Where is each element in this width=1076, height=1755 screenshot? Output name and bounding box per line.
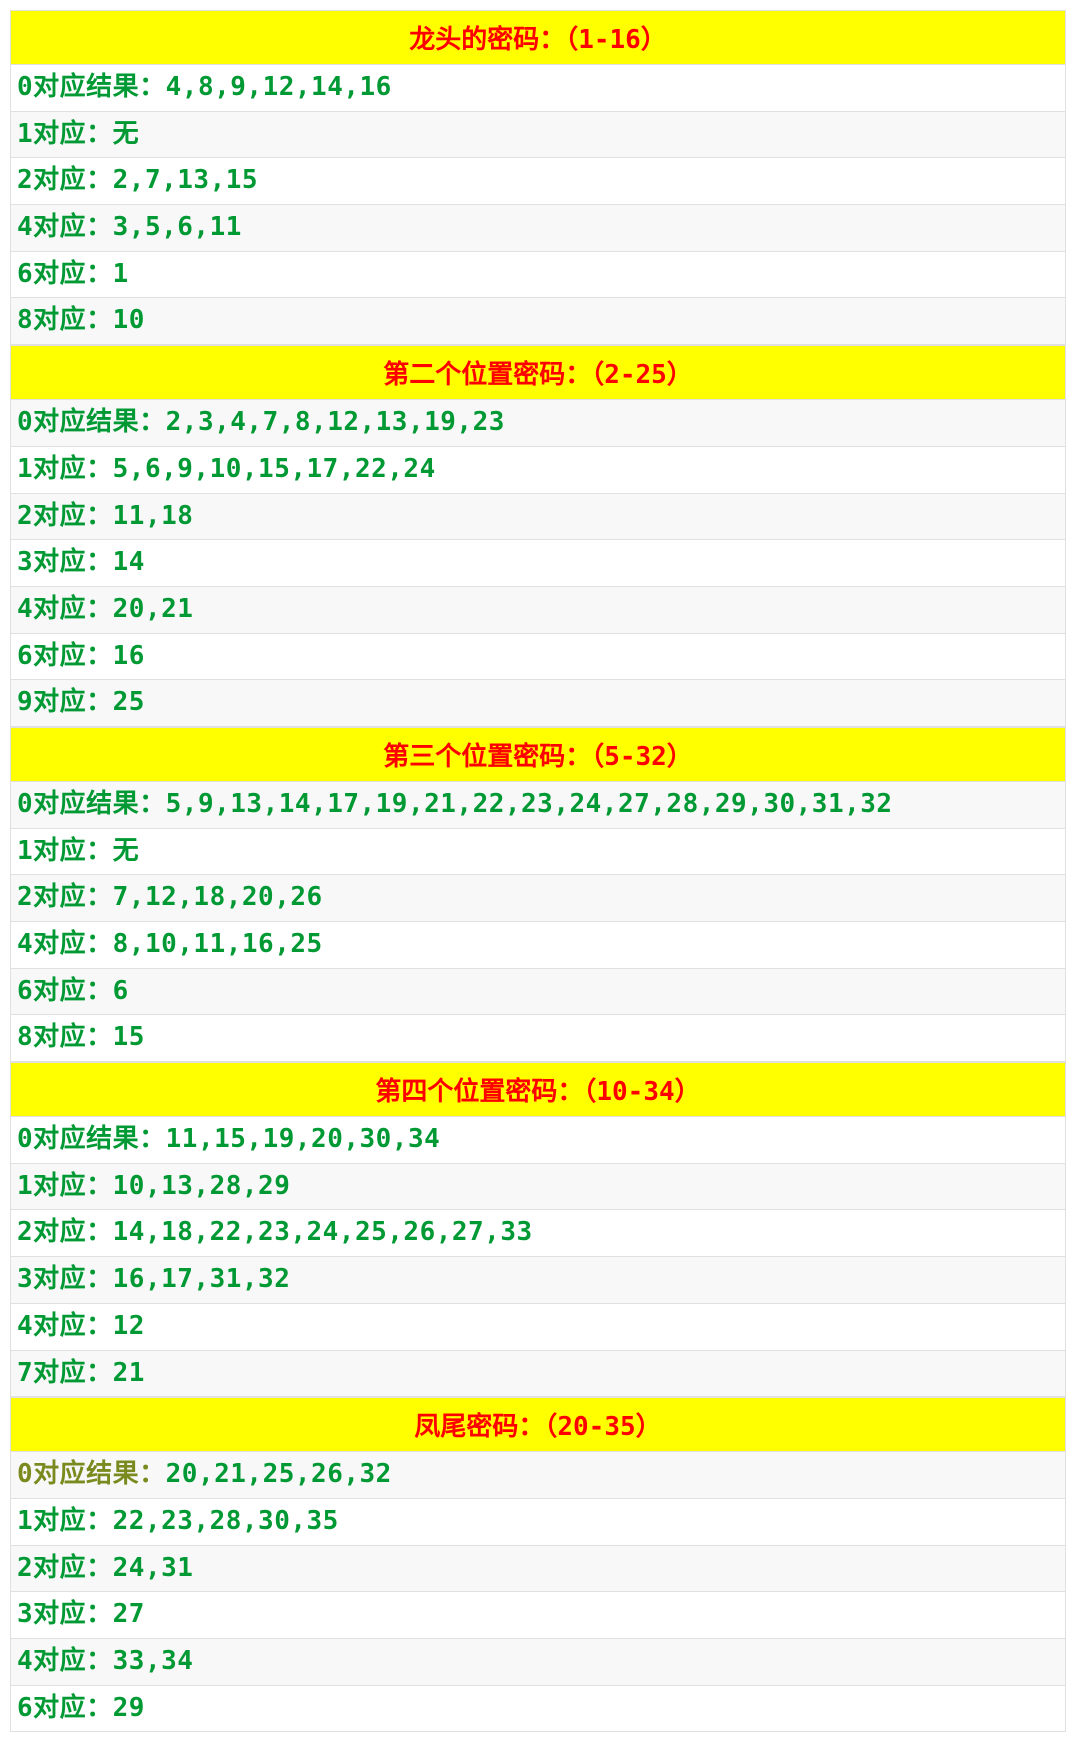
row-label: 4对应： xyxy=(17,1311,113,1341)
section-header: 第二个位置密码：（2-25） xyxy=(10,345,1066,400)
row-label: 0对应结果： xyxy=(17,1459,166,1489)
data-row: 7对应：21 xyxy=(10,1351,1066,1398)
data-row: 6对应：6 xyxy=(10,969,1066,1016)
data-row: 0对应结果：4,8,9,12,14,16 xyxy=(10,65,1066,112)
row-label: 9对应： xyxy=(17,687,113,717)
data-row: 6对应：29 xyxy=(10,1686,1066,1733)
section-header: 第三个位置密码：（5-32） xyxy=(10,727,1066,782)
row-values: 14,18,22,23,24,25,26,27,33 xyxy=(113,1217,533,1247)
row-values: 4,8,9,12,14,16 xyxy=(166,72,392,102)
row-label: 3对应： xyxy=(17,547,113,577)
row-label: 0对应结果： xyxy=(17,407,166,437)
data-row: 4对应：3,5,6,11 xyxy=(10,205,1066,252)
row-label: 4对应： xyxy=(17,212,113,242)
row-label: 7对应： xyxy=(17,1358,113,1388)
data-row: 2对应：24,31 xyxy=(10,1546,1066,1593)
row-values: 11,15,19,20,30,34 xyxy=(166,1124,441,1154)
row-values: 21 xyxy=(113,1358,145,1388)
data-row: 1对应：22,23,28,30,35 xyxy=(10,1499,1066,1546)
data-row: 4对应：33,34 xyxy=(10,1639,1066,1686)
data-row: 1对应：10,13,28,29 xyxy=(10,1164,1066,1211)
row-values: 无 xyxy=(113,119,140,149)
row-label: 2对应： xyxy=(17,1553,113,1583)
row-values: 33,34 xyxy=(113,1646,194,1676)
data-row: 3对应：16,17,31,32 xyxy=(10,1257,1066,1304)
row-label: 8对应： xyxy=(17,305,113,335)
row-values: 7,12,18,20,26 xyxy=(113,882,323,912)
row-values: 8,10,11,16,25 xyxy=(113,929,323,959)
row-label: 4对应： xyxy=(17,929,113,959)
row-values: 20,21,25,26,32 xyxy=(166,1459,392,1489)
row-label: 1对应： xyxy=(17,1171,113,1201)
row-label: 8对应： xyxy=(17,1022,113,1052)
data-row: 4对应：8,10,11,16,25 xyxy=(10,922,1066,969)
row-values: 24,31 xyxy=(113,1553,194,1583)
data-row: 4对应：12 xyxy=(10,1304,1066,1351)
row-label: 1对应： xyxy=(17,454,113,484)
row-label: 4对应： xyxy=(17,1646,113,1676)
row-label: 4对应： xyxy=(17,594,113,624)
row-label: 2对应： xyxy=(17,501,113,531)
row-label: 2对应： xyxy=(17,882,113,912)
row-values: 11,18 xyxy=(113,501,194,531)
data-row: 3对应：27 xyxy=(10,1592,1066,1639)
row-values: 5,6,9,10,15,17,22,24 xyxy=(113,454,436,484)
row-values: 6 xyxy=(113,976,129,1006)
row-label: 0对应结果： xyxy=(17,72,166,102)
data-row: 4对应：20,21 xyxy=(10,587,1066,634)
data-row: 3对应：14 xyxy=(10,540,1066,587)
row-values: 27 xyxy=(113,1599,145,1629)
row-values: 5,9,13,14,17,19,21,22,23,24,27,28,29,30,… xyxy=(166,789,893,819)
row-label: 1对应： xyxy=(17,836,113,866)
row-values: 无 xyxy=(113,836,140,866)
row-label: 6对应： xyxy=(17,976,113,1006)
row-values: 16 xyxy=(113,641,145,671)
row-label: 3对应： xyxy=(17,1599,113,1629)
data-row: 2对应：7,12,18,20,26 xyxy=(10,875,1066,922)
data-row: 0对应结果：11,15,19,20,30,34 xyxy=(10,1117,1066,1164)
data-row: 9对应：25 xyxy=(10,680,1066,727)
row-label: 0对应结果： xyxy=(17,1124,166,1154)
section-header: 第四个位置密码：（10-34） xyxy=(10,1062,1066,1117)
row-values: 15 xyxy=(113,1022,145,1052)
row-label: 2对应： xyxy=(17,1217,113,1247)
row-label: 3对应： xyxy=(17,1264,113,1294)
row-values: 22,23,28,30,35 xyxy=(113,1506,339,1536)
row-values: 2,7,13,15 xyxy=(113,165,258,195)
row-values: 10,13,28,29 xyxy=(113,1171,291,1201)
row-values: 29 xyxy=(113,1693,145,1723)
data-row: 1对应：无 xyxy=(10,112,1066,159)
content-container: 龙头的密码：（1-16）0对应结果：4,8,9,12,14,161对应：无2对应… xyxy=(0,0,1076,1742)
row-label: 1对应： xyxy=(17,119,113,149)
row-values: 10 xyxy=(113,305,145,335)
row-values: 12 xyxy=(113,1311,145,1341)
data-row: 0对应结果：5,9,13,14,17,19,21,22,23,24,27,28,… xyxy=(10,782,1066,829)
section-header: 龙头的密码：（1-16） xyxy=(10,10,1066,65)
data-row: 2对应：11,18 xyxy=(10,494,1066,541)
row-values: 20,21 xyxy=(113,594,194,624)
row-label: 0对应结果： xyxy=(17,789,166,819)
row-values: 14 xyxy=(113,547,145,577)
data-row: 0对应结果：2,3,4,7,8,12,13,19,23 xyxy=(10,400,1066,447)
data-row: 2对应：2,7,13,15 xyxy=(10,158,1066,205)
data-row: 8对应：10 xyxy=(10,298,1066,345)
row-values: 16,17,31,32 xyxy=(113,1264,291,1294)
row-label: 2对应： xyxy=(17,165,113,195)
data-row: 1对应：5,6,9,10,15,17,22,24 xyxy=(10,447,1066,494)
row-label: 6对应： xyxy=(17,641,113,671)
row-values: 1 xyxy=(113,259,129,289)
data-row: 0对应结果：20,21,25,26,32 xyxy=(10,1452,1066,1499)
data-row: 1对应：无 xyxy=(10,829,1066,876)
data-row: 2对应：14,18,22,23,24,25,26,27,33 xyxy=(10,1210,1066,1257)
data-row: 8对应：15 xyxy=(10,1015,1066,1062)
data-row: 6对应：1 xyxy=(10,252,1066,299)
row-values: 3,5,6,11 xyxy=(113,212,242,242)
row-label: 6对应： xyxy=(17,1693,113,1723)
section-header: 凤尾密码：（20-35） xyxy=(10,1397,1066,1452)
data-row: 6对应：16 xyxy=(10,634,1066,681)
row-values: 2,3,4,7,8,12,13,19,23 xyxy=(166,407,505,437)
row-label: 1对应： xyxy=(17,1506,113,1536)
row-label: 6对应： xyxy=(17,259,113,289)
row-values: 25 xyxy=(113,687,145,717)
